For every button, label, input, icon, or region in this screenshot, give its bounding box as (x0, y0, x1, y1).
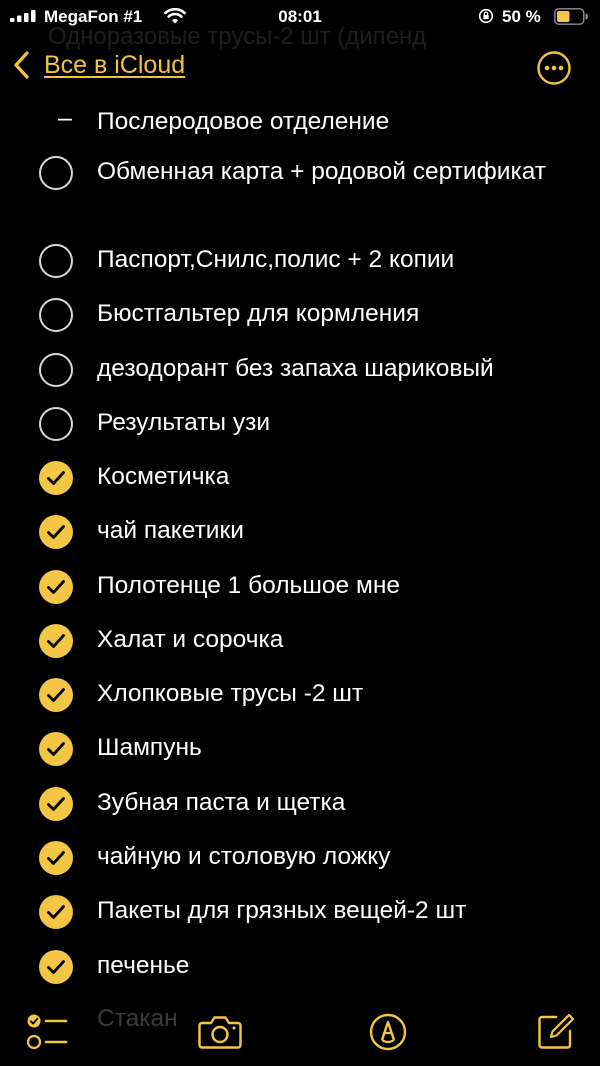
chevron-left-icon (14, 51, 29, 79)
checkbox-empty-icon[interactable] (39, 244, 73, 278)
checkmark-icon (47, 688, 65, 702)
checklist-section-label[interactable]: Послеродовое отделение (97, 104, 567, 139)
checklist-item-text[interactable]: Паспорт,Снилс,полис + 2 копии (97, 242, 567, 277)
checkbox-checked-icon[interactable] (39, 787, 73, 821)
checkbox-checked-icon[interactable] (39, 678, 73, 712)
checkbox-checked-icon[interactable] (39, 732, 73, 766)
checkbox-checked-icon[interactable] (39, 624, 73, 658)
checkmark-icon (47, 960, 65, 974)
checkmark-icon (47, 525, 65, 539)
checklist-item-text[interactable]: печенье (97, 948, 567, 983)
checkbox-empty-icon[interactable] (39, 407, 73, 441)
checkbox-checked-icon[interactable] (39, 515, 73, 549)
checkbox-checked-icon[interactable] (39, 895, 73, 929)
checkmark-icon (47, 634, 65, 648)
checkbox-empty-icon[interactable] (39, 156, 73, 190)
checkbox-checked-icon[interactable] (39, 461, 73, 495)
checkmark-icon (47, 580, 65, 594)
checklist-item-text[interactable]: Хлопковые трусы -2 шт (97, 676, 567, 711)
checklist-item-text[interactable]: Косметичка (97, 459, 567, 494)
battery-icon (554, 8, 588, 25)
checkmark-icon (47, 471, 65, 485)
ellipsis-circle-icon[interactable] (537, 51, 571, 85)
checklist-item-text[interactable]: чайную и столовую ложку (97, 839, 567, 874)
checkmark-icon (47, 851, 65, 865)
checklist-item-text[interactable]: Бюстгальтер для кормления (97, 296, 567, 331)
checkmark-icon (47, 742, 65, 756)
back-button[interactable]: Все в iCloud (12, 50, 185, 80)
checklist-item-text[interactable]: Полотенце 1 большое мне (97, 568, 567, 603)
camera-icon[interactable] (198, 1014, 242, 1050)
checkmark-icon (47, 797, 65, 811)
bullet-dash: – (58, 104, 72, 132)
checklist-item-text[interactable]: чай пакетики (97, 513, 567, 548)
checkbox-checked-icon[interactable] (39, 570, 73, 604)
back-button-label: Все в iCloud (44, 50, 186, 79)
checklist-item-text[interactable]: Пакеты для грязных вещей-2 шт (97, 893, 567, 928)
checklist-item-text[interactable]: Шампунь (97, 730, 567, 765)
checklist-item-text[interactable]: Результаты узи (97, 405, 567, 440)
checklist-item-text[interactable]: Обменная карта + родовой сертификат (97, 154, 567, 189)
compose-icon[interactable] (536, 1012, 576, 1052)
next-checklist-item-faded: Стакан (97, 1005, 178, 1032)
orientation-lock-icon (478, 8, 494, 24)
checkbox-empty-icon[interactable] (39, 353, 73, 387)
checklist-item-text[interactable]: дезодорант без запаха шариковый (97, 351, 567, 386)
checkmark-icon (47, 905, 65, 919)
markup-pen-icon[interactable] (369, 1013, 407, 1051)
checkbox-checked-icon[interactable] (39, 841, 73, 875)
checklist-icon[interactable] (26, 1013, 68, 1051)
scrolled-note-title: Одноразовые трусы-2 шт (дипенд (48, 23, 427, 50)
checkbox-empty-icon[interactable] (39, 298, 73, 332)
checklist-item-text[interactable]: Зубная паста и щетка (97, 785, 567, 820)
checklist-item-text[interactable]: Халат и сорочка (97, 622, 567, 657)
battery-percentage: 50 % (502, 7, 541, 26)
checkbox-checked-icon[interactable] (39, 950, 73, 984)
